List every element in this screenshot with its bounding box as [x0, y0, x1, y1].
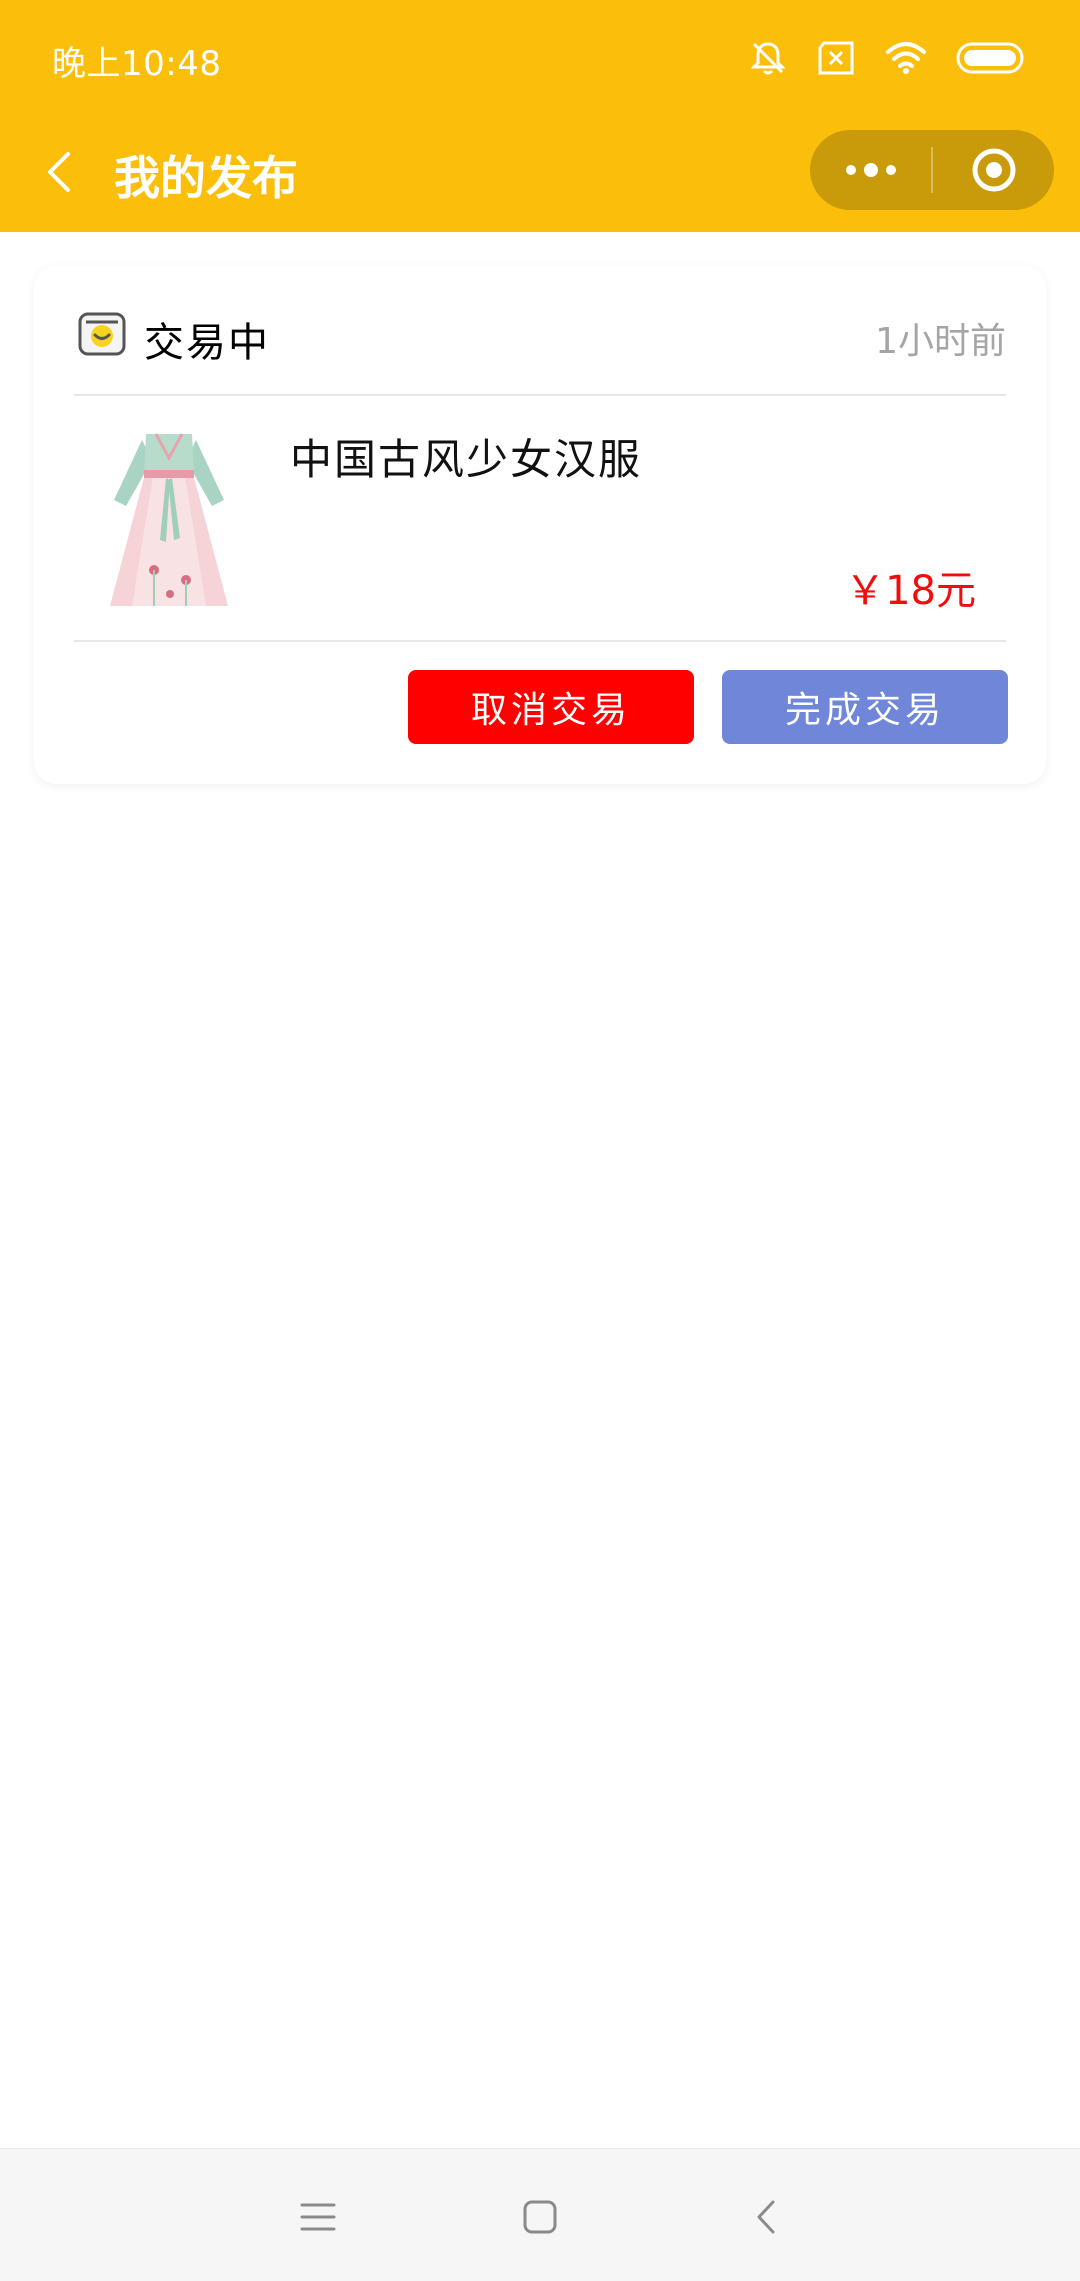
back-arrow-icon [48, 152, 70, 192]
header: 晚上10:48 我的发布 [0, 0, 1080, 232]
trade-card: 交易中 1小时前 中国古风少女汉服 ￥18元 取消交易 完成交易 [34, 266, 1046, 784]
cancel-trade-button[interactable]: 取消交易 [408, 670, 694, 744]
system-nav-bar [0, 2148, 1080, 2281]
back-chevron-icon [757, 2200, 775, 2234]
battery-icon [956, 42, 1024, 74]
menu-button[interactable] [286, 2185, 350, 2249]
hanfu-dress-image[interactable] [94, 420, 244, 620]
more-button[interactable] [810, 130, 931, 210]
sim-none-icon [818, 41, 854, 75]
target-circle-icon [972, 148, 1015, 192]
product-price: ￥18元 [845, 568, 976, 614]
product-name[interactable]: 中国古风少女汉服 [290, 426, 642, 487]
time-ago: 1小时前 [875, 321, 1006, 362]
wifi-icon [886, 42, 926, 74]
complete-trade-button[interactable]: 完成交易 [722, 670, 1008, 744]
divider [74, 394, 1006, 396]
status-time: 晚上10:48 [52, 44, 222, 84]
nav-back-button[interactable] [734, 2185, 798, 2249]
divider [74, 640, 1006, 642]
card-header: 交易中 1小时前 [74, 306, 1006, 366]
trade-bag-icon [78, 312, 126, 356]
mini-program-capsule [810, 130, 1054, 210]
status-icons [748, 38, 1028, 78]
menu-lines-icon [300, 2203, 336, 2231]
more-dots-icon [845, 163, 896, 177]
home-square-icon [523, 2200, 557, 2234]
trade-status: 交易中 [144, 320, 270, 366]
home-button[interactable] [508, 2185, 572, 2249]
close-button[interactable] [933, 130, 1054, 210]
app-bar: 我的发布 [0, 116, 1080, 232]
status-bar: 晚上10:48 [0, 0, 1080, 116]
bell-muted-icon [750, 42, 786, 75]
back-button[interactable] [28, 140, 92, 204]
page-title: 我的发布 [114, 151, 298, 205]
